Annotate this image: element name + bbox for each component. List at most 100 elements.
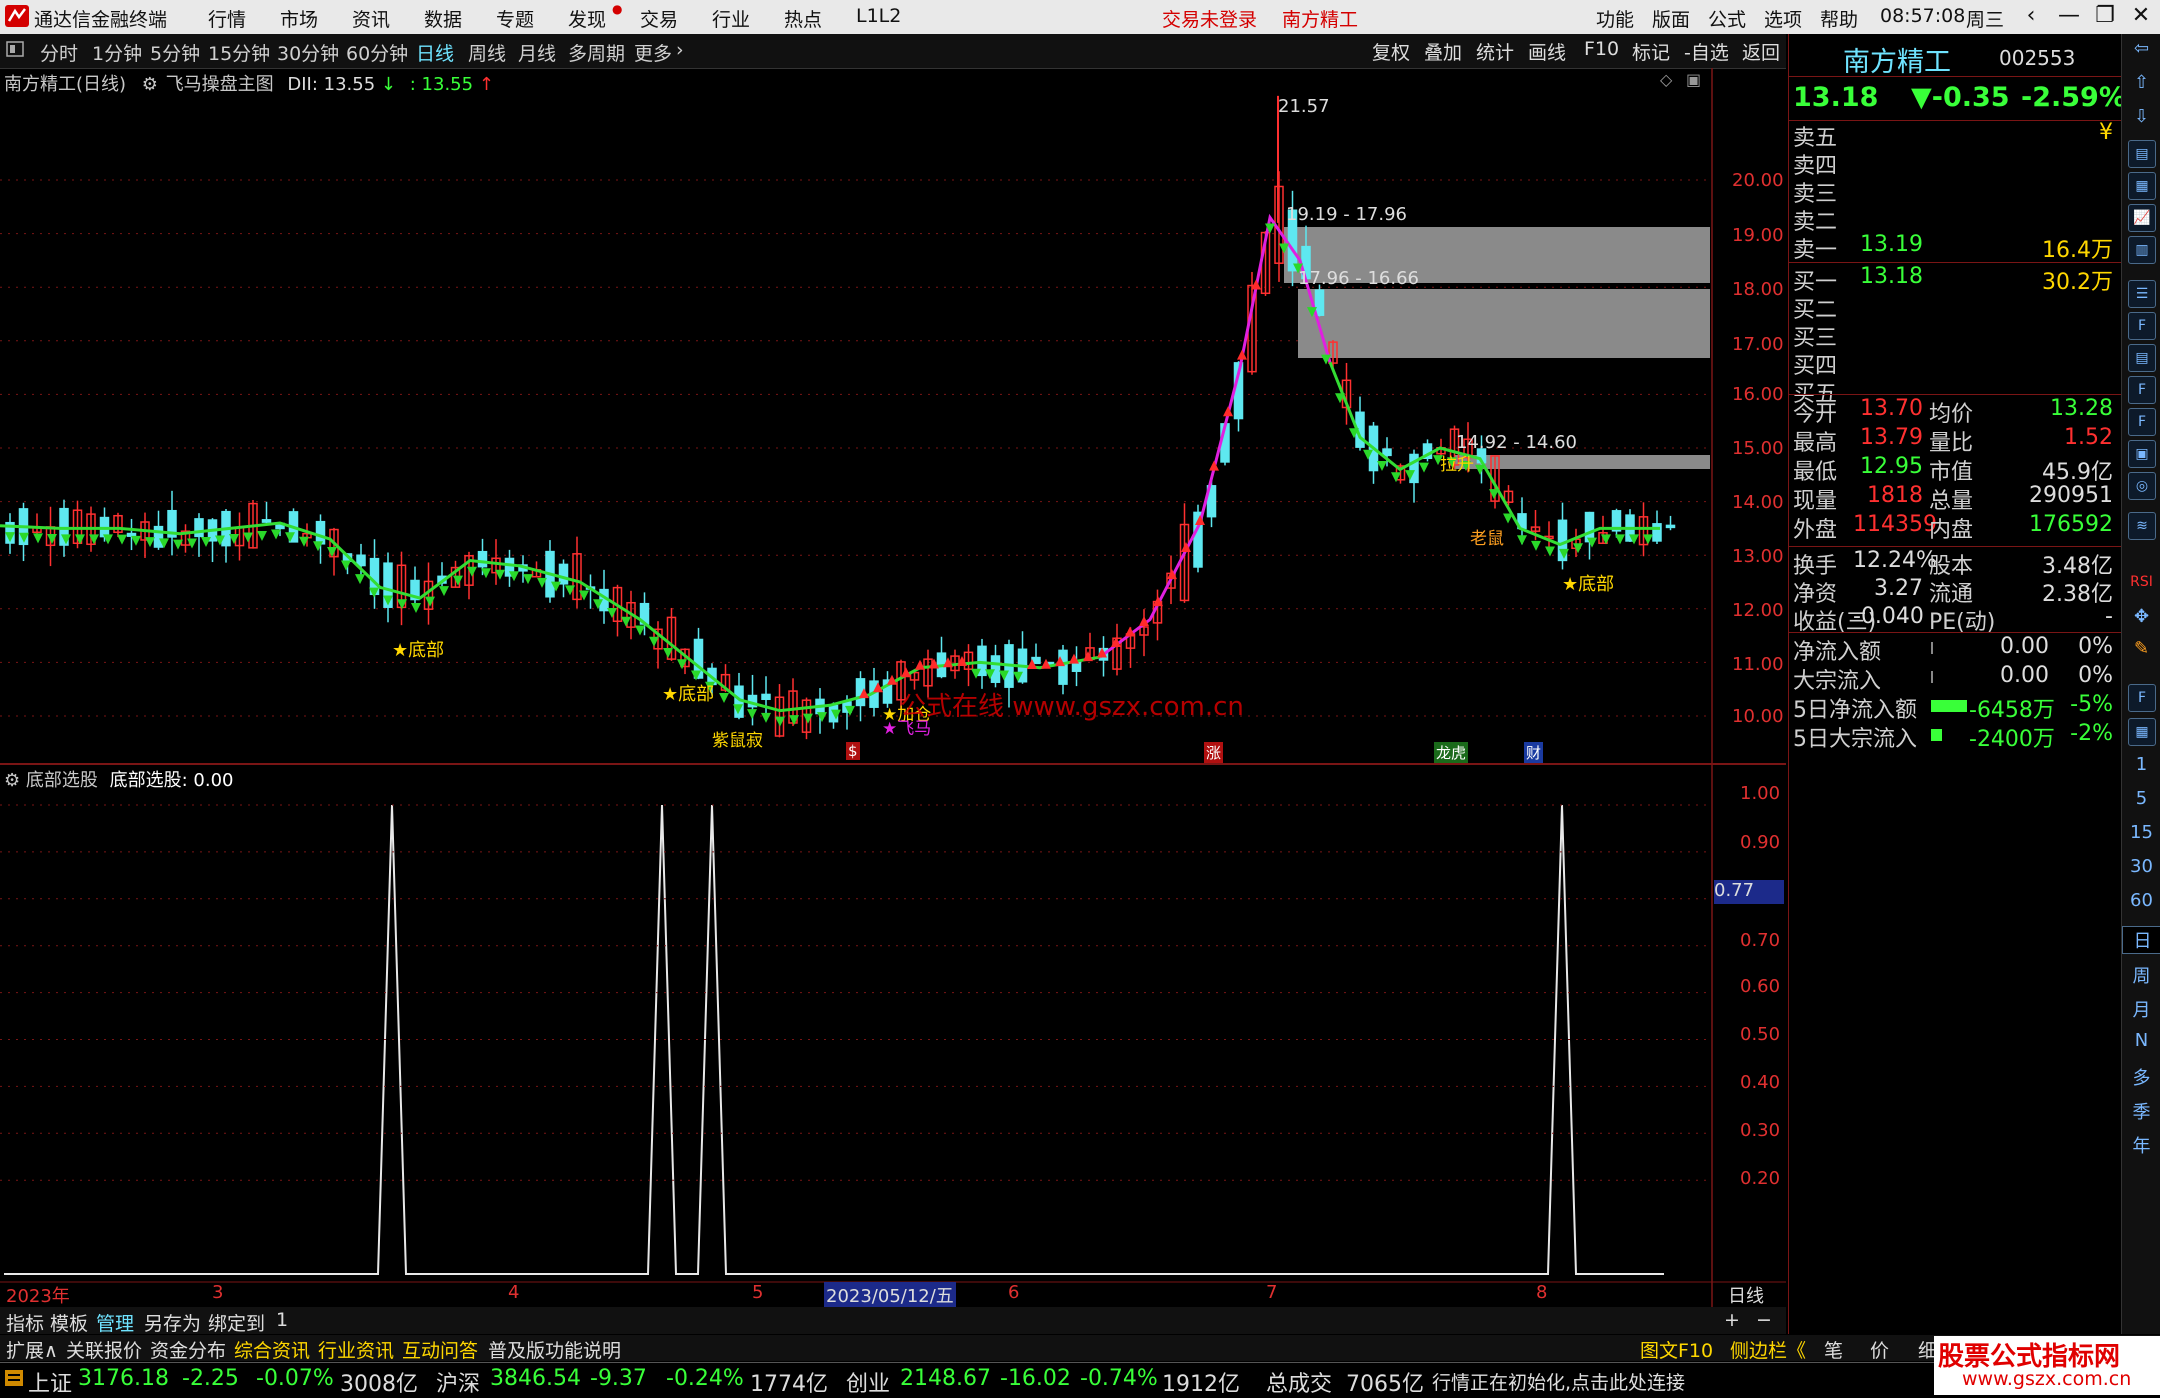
zoom-in-button[interactable]: +: [1724, 1309, 1740, 1331]
list-icon[interactable]: ☰: [2128, 280, 2156, 308]
tab-hudongwenda[interactable]: 互动问答: [402, 1336, 478, 1363]
candle-icon[interactable]: ▥: [2128, 236, 2156, 264]
btn-fanhui[interactable]: 返回: [1742, 38, 1780, 65]
period-month[interactable]: 月: [2122, 996, 2160, 1022]
event-marker-dollar[interactable]: $: [846, 742, 860, 760]
ticker-hs-label[interactable]: 沪深: [436, 1366, 480, 1398]
close-icon[interactable]: ✕: [2122, 2, 2160, 30]
period-day[interactable]: 日: [2122, 926, 2160, 954]
menu-xuanxiang[interactable]: 选项: [1764, 5, 1802, 32]
bid-row[interactable]: 买四: [1793, 348, 2115, 379]
subchart-title[interactable]: 底部选股: [26, 770, 98, 791]
menu-jiaoyi[interactable]: 交易: [640, 5, 678, 32]
fs-icon[interactable]: F: [2128, 684, 2156, 712]
login-status[interactable]: 交易未登录: [1162, 5, 1257, 32]
period-multi[interactable]: 多周期: [568, 39, 625, 66]
period-1[interactable]: 1: [2122, 754, 2160, 775]
tab-moban[interactable]: 模板: [50, 1309, 88, 1336]
restore-icon[interactable]: ❐: [2086, 2, 2124, 30]
menu-faxian[interactable]: 发现: [568, 5, 606, 32]
panel-toggle-icon[interactable]: [6, 40, 24, 63]
period-fenshi[interactable]: 分时: [40, 39, 78, 66]
indicator-name[interactable]: 飞马操盘主图: [166, 74, 274, 95]
arrow-up-icon[interactable]: ⇧: [2122, 72, 2160, 93]
tab-zonghezixun[interactable]: 综合资讯: [234, 1336, 310, 1363]
period-monthly[interactable]: 月线: [518, 39, 556, 66]
minimize-icon[interactable]: —: [2050, 2, 2088, 30]
ask-row[interactable]: 卖三: [1793, 176, 2115, 207]
panel-expand-icon[interactable]: ▣: [1686, 70, 1701, 89]
tab-tuwenf10[interactable]: 图文F10: [1640, 1336, 1713, 1363]
table-icon[interactable]: ▦: [2128, 172, 2156, 200]
bid-row[interactable]: 买一 13.18 30.2万: [1793, 264, 2115, 295]
chevron-right-icon[interactable]: ›: [676, 39, 684, 61]
tab-number[interactable]: 1: [276, 1309, 288, 1331]
f10-icon[interactable]: F: [2128, 376, 2156, 404]
ticker-cy-label[interactable]: 创业: [846, 1366, 890, 1398]
arrow-left-icon[interactable]: ⇦: [2122, 38, 2160, 59]
ticker-sh-label[interactable]: 上证: [28, 1366, 72, 1398]
indicator-settings-icon[interactable]: ⚙: [142, 74, 158, 95]
crosshair-icon[interactable]: ✥: [2122, 606, 2160, 627]
fio-icon[interactable]: F: [2128, 312, 2156, 340]
back-arrow-icon[interactable]: ‹: [2012, 2, 2050, 30]
kline-chart[interactable]: [0, 68, 1786, 1307]
menu-zhuanti[interactable]: 专题: [496, 5, 534, 32]
stat-icon[interactable]: ▦: [2128, 718, 2156, 746]
tab-guanli[interactable]: 管理: [96, 1309, 134, 1336]
period-1min[interactable]: 1分钟: [92, 39, 142, 66]
ask-row[interactable]: 卖二: [1793, 204, 2115, 235]
tab-kuozhan[interactable]: 扩展∧: [6, 1336, 58, 1363]
period-weekly[interactable]: 周线: [468, 39, 506, 66]
chip-icon[interactable]: ▣: [2128, 440, 2156, 468]
period-60min[interactable]: 60分钟: [346, 39, 408, 66]
period-quarter[interactable]: 季: [2122, 1098, 2160, 1124]
menu-gongshi[interactable]: 公式: [1708, 5, 1746, 32]
ask-row[interactable]: 卖五 ¥: [1793, 120, 2115, 151]
pencil-icon[interactable]: ✎: [2122, 638, 2160, 659]
bid-row[interactable]: 买三: [1793, 320, 2115, 351]
rsi-icon[interactable]: RSI: [2122, 574, 2160, 590]
bid-row[interactable]: 买二: [1793, 292, 2115, 323]
diamond-icon[interactable]: ◇: [1660, 70, 1672, 89]
period-week[interactable]: 周: [2122, 962, 2160, 988]
tab-bi[interactable]: 笔: [1824, 1336, 1843, 1363]
tab-guanlianbaojia[interactable]: 关联报价: [66, 1336, 142, 1363]
zoom-out-button[interactable]: −: [1756, 1309, 1772, 1331]
period-multi-icon[interactable]: 多: [2122, 1064, 2160, 1090]
tab-zhibiao[interactable]: 指标: [6, 1309, 44, 1336]
tab-zijinfenbu[interactable]: 资金分布: [150, 1336, 226, 1363]
subchart-settings-icon[interactable]: ⚙: [4, 770, 20, 791]
minute-chart-icon[interactable]: ▤: [2128, 140, 2156, 168]
line-chart-icon[interactable]: 📈: [2128, 204, 2156, 232]
tab-pujiban[interactable]: 普及版功能说明: [488, 1336, 621, 1363]
sar-icon[interactable]: ≋: [2128, 512, 2156, 540]
btn-diejia[interactable]: 叠加: [1424, 38, 1462, 65]
btn-fuquan[interactable]: 复权: [1372, 38, 1410, 65]
event-marker-longhu[interactable]: 龙虎: [1434, 742, 1469, 763]
menu-l1l2[interactable]: L1L2: [856, 5, 901, 27]
tab-jia[interactable]: 价: [1870, 1336, 1889, 1363]
btn-biaoji[interactable]: 标记: [1632, 38, 1670, 65]
period-60[interactable]: 60: [2122, 890, 2160, 911]
ask-row[interactable]: 卖四: [1793, 148, 2115, 179]
menu-bangzhu[interactable]: 帮助: [1820, 5, 1858, 32]
arrow-down-icon[interactable]: ⇩: [2122, 106, 2160, 127]
period-5[interactable]: 5: [2122, 788, 2160, 809]
period-30[interactable]: 30: [2122, 856, 2160, 877]
period-year[interactable]: 年: [2122, 1132, 2160, 1158]
ask-row[interactable]: 卖一 13.19 16.4万: [1793, 232, 2115, 263]
ticker-menu-icon[interactable]: [4, 1368, 24, 1394]
period-5min[interactable]: 5分钟: [150, 39, 200, 66]
btn-f10[interactable]: F10: [1584, 38, 1619, 60]
circle-icon[interactable]: ◎: [2128, 472, 2156, 500]
period-15[interactable]: 15: [2122, 822, 2160, 843]
tab-hangyezixun[interactable]: 行业资讯: [318, 1336, 394, 1363]
event-marker-cai[interactable]: 财: [1524, 742, 1544, 763]
btn-zixuan[interactable]: -自选: [1684, 38, 1729, 65]
tab-bangdingdao[interactable]: 绑定到: [208, 1309, 265, 1336]
menu-shichang[interactable]: 市场: [280, 5, 318, 32]
period-15min[interactable]: 15分钟: [208, 39, 270, 66]
period-30min[interactable]: 30分钟: [277, 39, 339, 66]
news-icon[interactable]: ▤: [2128, 344, 2156, 372]
